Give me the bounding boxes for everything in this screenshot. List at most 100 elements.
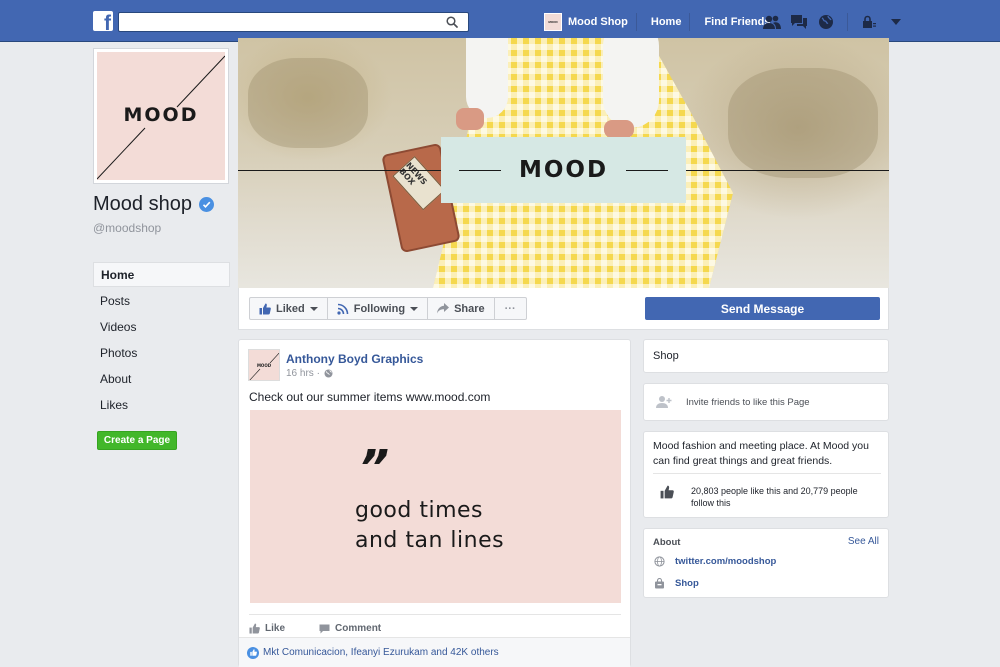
search-input[interactable]: [119, 13, 434, 31]
rock-decoration: [248, 58, 368, 148]
shop-link-row[interactable]: Shop: [654, 578, 699, 589]
sleeve-image: [466, 38, 508, 118]
left-nav-item-about[interactable]: About: [93, 366, 230, 392]
post-avatar-text: MOOD: [256, 362, 272, 368]
shop-bag-icon: [655, 578, 664, 589]
shop-card-title: Shop: [653, 350, 679, 362]
search-icon: [446, 16, 458, 28]
left-nav-item-likes[interactable]: Likes: [93, 392, 230, 418]
cover-photo[interactable]: NEWS BOX MOOD: [238, 38, 889, 288]
like-label: Like: [265, 623, 286, 634]
facebook-logo-icon[interactable]: f: [93, 11, 113, 31]
profile-picture[interactable]: MOOD: [93, 48, 229, 184]
top-icons: [762, 12, 906, 32]
page-description: Mood fashion and meeting place. At Mood …: [653, 440, 869, 467]
post-image-line-2: and tan lines: [355, 528, 505, 553]
create-page-button[interactable]: Create a Page: [97, 431, 177, 450]
shop-link[interactable]: Shop: [675, 578, 699, 589]
comment-icon: [319, 624, 330, 633]
likes-summary-text: Mkt Comunicacion, Ifeanyi Ezurukam and 4…: [263, 647, 499, 658]
post-card: MOOD Anthony Boyd Graphics 16 hrs · Chec…: [238, 339, 631, 667]
page-title[interactable]: Mood shop: [93, 193, 214, 216]
left-navigation: Home Posts Videos Photos About Likes: [93, 262, 230, 418]
left-nav-item-photos[interactable]: Photos: [93, 340, 230, 366]
suitcase-label: NEWS BOX: [392, 155, 446, 211]
cover-title-line-left: [459, 169, 501, 171]
left-nav-item-posts[interactable]: Posts: [93, 288, 230, 314]
find-friends-link[interactable]: Find Friends: [704, 16, 770, 28]
globe-icon: [324, 369, 333, 378]
comment-button[interactable]: Comment: [319, 623, 381, 634]
globe-icon[interactable]: [816, 12, 836, 32]
cover-title-line-right: [626, 169, 668, 171]
page-shortcut-link[interactable]: Mood Shop: [568, 16, 628, 28]
likes-follow-count: 20,803 people like this and 20,779 peopl…: [691, 486, 858, 508]
search-box: [118, 12, 469, 32]
about-card: About See All twitter.com/moodshop Shop: [643, 528, 889, 598]
hand-image: [456, 108, 484, 130]
rss-follow-icon: [337, 303, 349, 315]
home-link[interactable]: Home: [651, 16, 682, 28]
verified-badge-icon: [198, 197, 214, 212]
share-label: Share: [454, 302, 485, 315]
post-actions: Like Comment: [249, 614, 621, 636]
profile-picture-title: MOOD: [123, 104, 199, 126]
friends-icon[interactable]: [762, 12, 782, 32]
post-text: Check out our summer items www.mood.com: [249, 390, 491, 404]
search-button[interactable]: [436, 13, 468, 31]
privacy-lock-icon[interactable]: [859, 12, 879, 32]
comment-label: Comment: [335, 623, 382, 634]
post-author-name[interactable]: Anthony Boyd Graphics: [286, 352, 423, 366]
sleeve-image: [603, 38, 659, 128]
page-description-card: Mood fashion and meeting place. At Mood …: [643, 431, 889, 518]
thumbs-up-icon: [660, 485, 674, 499]
thumbs-up-icon: [249, 623, 260, 634]
rock-decoration: [728, 68, 878, 178]
twitter-link[interactable]: twitter.com/moodshop: [675, 556, 776, 567]
messages-icon[interactable]: [789, 12, 809, 32]
more-options-label: ···: [504, 302, 516, 315]
send-message-button[interactable]: Send Message: [645, 297, 880, 320]
profile-picture-artwork: MOOD: [97, 52, 225, 180]
facebook-logo-letter: f: [104, 12, 111, 31]
liked-button[interactable]: Liked: [249, 297, 328, 320]
globe-icon: [654, 556, 665, 567]
cover-title-box: MOOD: [441, 137, 686, 203]
post-timestamp[interactable]: 16 hrs ·: [286, 368, 320, 379]
divider: [635, 13, 637, 31]
add-friend-icon: [656, 396, 672, 408]
left-nav-item-videos[interactable]: Videos: [93, 314, 230, 340]
page-name-text: Mood shop: [93, 193, 192, 215]
like-button[interactable]: Like: [249, 623, 285, 634]
like-reaction-icon: [247, 646, 259, 659]
twitter-link-row[interactable]: twitter.com/moodshop: [654, 556, 776, 567]
page-handle[interactable]: @moodshop: [93, 221, 161, 235]
cover-title: MOOD: [518, 157, 609, 183]
share-arrow-icon: [437, 303, 450, 314]
thumbs-up-icon: [259, 303, 271, 314]
divider: [847, 13, 848, 31]
hand-image: [604, 120, 634, 138]
share-button[interactable]: Share: [427, 297, 495, 320]
divider: [689, 13, 691, 31]
post-author-avatar[interactable]: MOOD: [248, 349, 280, 381]
chevron-down-icon: [410, 306, 419, 311]
post-likes-summary[interactable]: Mkt Comunicacion, Ifeanyi Ezurukam and 4…: [239, 637, 630, 667]
following-label: Following: [353, 302, 406, 315]
page-shortcut-avatar[interactable]: MOOD: [544, 13, 562, 31]
top-links: MOOD Mood Shop Home Find Friends: [544, 12, 770, 32]
left-nav-item-home[interactable]: Home: [93, 262, 230, 287]
liked-label: Liked: [276, 302, 305, 315]
post-image-line-1: good times: [355, 498, 484, 523]
chevron-down-icon: [309, 306, 318, 311]
see-all-link[interactable]: See All: [848, 536, 879, 547]
shop-card[interactable]: Shop: [643, 339, 889, 373]
following-button[interactable]: Following: [326, 297, 429, 320]
invite-friends-card[interactable]: Invite friends to like this Page: [643, 383, 889, 421]
invite-friends-label: Invite friends to like this Page: [686, 396, 810, 408]
post-image[interactable]: ” good times and tan lines: [250, 410, 621, 603]
more-options-button[interactable]: ···: [493, 297, 527, 320]
account-caret-icon[interactable]: [886, 12, 906, 32]
top-navigation-bar: f MOOD Mood Shop Home Find Friends: [0, 0, 1000, 42]
post-image-quote: good times and tan lines: [355, 496, 504, 556]
